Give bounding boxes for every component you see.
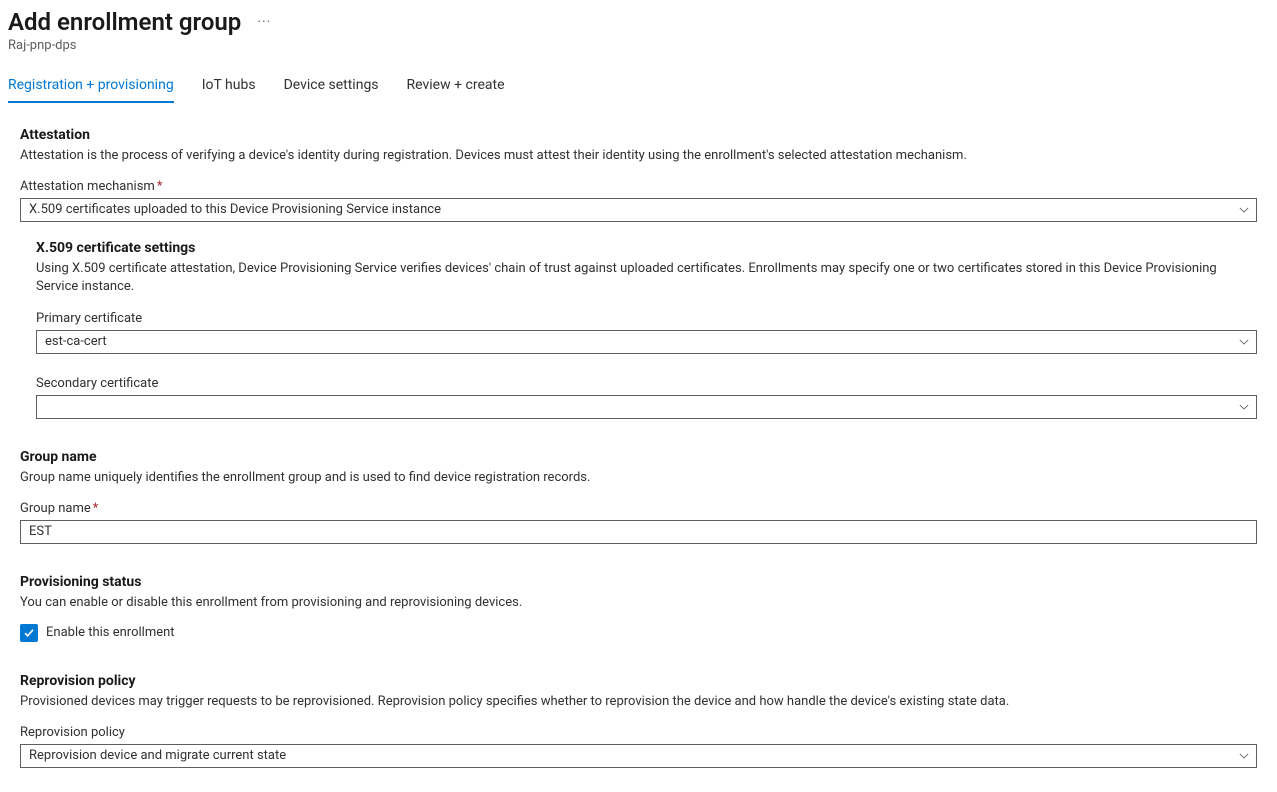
group-name-desc: Group name uniquely identifies the enrol… (20, 469, 1257, 487)
required-indicator: * (157, 179, 163, 194)
tab-iot-hubs[interactable]: IoT hubs (202, 71, 256, 103)
checkmark-icon (20, 624, 38, 642)
enable-enrollment-checkbox[interactable]: Enable this enrollment (20, 624, 175, 642)
reprovision-desc: Provisioned devices may trigger requests… (20, 693, 1257, 711)
attestation-heading: Attestation (20, 127, 1257, 143)
group-name-label: Group name* (20, 501, 1257, 516)
secondary-cert-label: Secondary certificate (36, 376, 1257, 391)
enable-enrollment-label: Enable this enrollment (46, 625, 175, 640)
reprovision-policy-label: Reprovision policy (20, 725, 1257, 740)
page-title: Add enrollment group (8, 8, 241, 36)
secondary-cert-select[interactable] (36, 395, 1257, 419)
group-name-input[interactable] (20, 520, 1257, 544)
attestation-mechanism-select[interactable]: X.509 certificates uploaded to this Devi… (20, 198, 1257, 222)
reprovision-heading: Reprovision policy (20, 673, 1257, 689)
x509-desc: Using X.509 certificate attestation, Dev… (36, 260, 1257, 296)
tab-review-create[interactable]: Review + create (407, 71, 505, 103)
group-name-heading: Group name (20, 449, 1257, 465)
more-actions-button[interactable]: ··· (253, 12, 275, 32)
provisioning-heading: Provisioning status (20, 574, 1257, 590)
attestation-mechanism-label: Attestation mechanism* (20, 179, 1257, 194)
primary-cert-label: Primary certificate (36, 311, 1257, 326)
required-indicator: * (93, 501, 99, 516)
tab-registration-provisioning[interactable]: Registration + provisioning (8, 71, 174, 103)
tab-device-settings[interactable]: Device settings (284, 71, 379, 103)
x509-heading: X.509 certificate settings (36, 240, 1257, 256)
breadcrumb: Raj-pnp-dps (8, 38, 1269, 53)
attestation-desc: Attestation is the process of verifying … (20, 147, 1257, 165)
primary-cert-select[interactable]: est-ca-cert (36, 330, 1257, 354)
reprovision-policy-select[interactable]: Reprovision device and migrate current s… (20, 744, 1257, 768)
provisioning-desc: You can enable or disable this enrollmen… (20, 594, 1257, 612)
